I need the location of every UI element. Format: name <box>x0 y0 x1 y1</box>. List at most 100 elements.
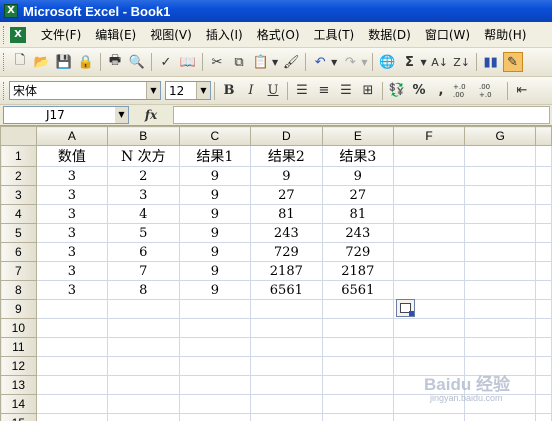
cut-icon[interactable]: ✂ <box>207 52 227 72</box>
cell[interactable] <box>464 299 537 319</box>
cell[interactable]: 3 <box>35 261 109 281</box>
cell[interactable]: 9 <box>178 280 252 300</box>
increase-decimal-button[interactable]: +.0 .00 <box>453 81 477 101</box>
menu-help[interactable]: 帮助(H) <box>477 26 533 43</box>
paste-icon[interactable]: 📋 <box>251 52 271 72</box>
insert-function-icon[interactable]: fx <box>129 108 173 122</box>
cell[interactable] <box>107 337 180 357</box>
cell[interactable] <box>321 318 395 338</box>
print-preview-icon[interactable]: 🔍 <box>127 52 147 72</box>
cell[interactable] <box>464 261 537 281</box>
cell[interactable] <box>464 223 537 243</box>
cell[interactable] <box>178 318 252 338</box>
row-header[interactable]: 8 <box>0 280 37 300</box>
open-icon[interactable]: 📂 <box>32 52 52 72</box>
menu-view[interactable]: 视图(V) <box>143 26 199 43</box>
align-center-icon[interactable]: ≡ <box>314 81 334 101</box>
cell[interactable] <box>464 413 537 421</box>
cell[interactable]: 3 <box>35 166 109 186</box>
cell[interactable] <box>393 280 466 300</box>
percent-button[interactable]: % <box>409 81 429 101</box>
cell[interactable] <box>464 145 537 167</box>
redo-icon[interactable]: ↷ <box>340 52 360 72</box>
cell[interactable]: 6 <box>107 242 180 262</box>
column-header[interactable]: E <box>321 126 395 146</box>
row-header[interactable]: 7 <box>0 261 37 281</box>
cell[interactable]: 2187 <box>321 261 395 281</box>
cell[interactable]: 6561 <box>321 280 395 300</box>
row-header[interactable]: 2 <box>0 166 37 186</box>
cell[interactable]: 2187 <box>250 261 323 281</box>
cell[interactable] <box>178 337 252 357</box>
decrease-indent-icon[interactable]: ⇤ <box>512 81 532 101</box>
row-header[interactable]: 12 <box>0 356 37 376</box>
cell[interactable]: 9 <box>178 242 252 262</box>
row-header[interactable]: 13 <box>0 375 37 395</box>
row-header[interactable]: 10 <box>0 318 37 338</box>
row-header[interactable]: 15 <box>0 413 37 421</box>
cell[interactable]: 8 <box>107 280 180 300</box>
cell[interactable]: 3 <box>35 185 109 205</box>
row-header[interactable]: 11 <box>0 337 37 357</box>
cell[interactable] <box>35 337 109 357</box>
toolbar-grip-handle[interactable] <box>3 53 6 71</box>
print-icon[interactable]: 🖶 <box>105 52 125 72</box>
cell[interactable] <box>250 318 323 338</box>
cell[interactable] <box>35 299 109 319</box>
cell[interactable] <box>321 337 395 357</box>
cell[interactable] <box>35 413 109 421</box>
cell[interactable] <box>107 318 180 338</box>
align-right-icon[interactable]: ☰ <box>336 81 356 101</box>
cell[interactable] <box>35 375 109 395</box>
row-header[interactable]: 5 <box>0 223 37 243</box>
menu-file[interactable]: 文件(F) <box>34 26 88 43</box>
undo-dropdown-icon[interactable]: ▼ <box>331 58 337 67</box>
menu-grip-handle[interactable] <box>3 25 6 44</box>
cell[interactable]: 243 <box>250 223 323 243</box>
cell[interactable] <box>464 337 537 357</box>
cell[interactable] <box>178 299 252 319</box>
font-size-select[interactable]: 12 ▼ <box>165 81 211 100</box>
column-header[interactable]: A <box>35 126 109 146</box>
new-icon[interactable]: 🗋 <box>10 52 30 72</box>
cell[interactable]: 9 <box>178 204 252 224</box>
cell[interactable]: 81 <box>321 204 395 224</box>
cell[interactable] <box>35 318 109 338</box>
menu-edit[interactable]: 编辑(E) <box>88 26 143 43</box>
cell[interactable] <box>393 413 466 421</box>
column-header[interactable]: B <box>107 126 180 146</box>
research-icon[interactable]: 📖 <box>178 52 198 72</box>
comma-button[interactable]: , <box>431 81 451 101</box>
cell[interactable] <box>321 356 395 376</box>
paste-dropdown-icon[interactable]: ▼ <box>272 58 278 67</box>
cell[interactable]: 3 <box>107 185 180 205</box>
cell[interactable] <box>464 185 537 205</box>
cell[interactable]: 3 <box>35 204 109 224</box>
name-box-dropdown-icon[interactable]: ▼ <box>115 107 128 123</box>
row-header[interactable]: 14 <box>0 394 37 414</box>
cell[interactable] <box>178 413 252 421</box>
decrease-decimal-button[interactable]: .00 +.0 <box>479 81 503 101</box>
font-size-dropdown-icon[interactable]: ▼ <box>196 82 210 99</box>
cell[interactable] <box>393 166 466 186</box>
cell[interactable]: N 次方 <box>107 145 180 167</box>
font-name-select[interactable]: 宋体 ▼ <box>9 81 161 100</box>
cell[interactable] <box>321 375 395 395</box>
cell[interactable]: 5 <box>107 223 180 243</box>
copy-icon[interactable]: ⧉ <box>229 52 249 72</box>
merge-center-icon[interactable]: ⊞ <box>358 81 378 101</box>
cell[interactable]: 9 <box>250 166 323 186</box>
paste-options-button[interactable] <box>396 299 415 317</box>
autosum-icon[interactable]: Σ <box>399 52 419 72</box>
cell[interactable] <box>393 185 466 205</box>
sort-ascending-icon[interactable]: A↓ <box>430 52 450 72</box>
column-header[interactable]: D <box>250 126 323 146</box>
column-header[interactable]: C <box>178 126 252 146</box>
cell[interactable] <box>178 394 252 414</box>
cell[interactable] <box>393 318 466 338</box>
row-header[interactable]: 6 <box>0 242 37 262</box>
cell[interactable]: 3 <box>35 223 109 243</box>
cell[interactable] <box>321 413 395 421</box>
cell[interactable] <box>107 394 180 414</box>
drawing-icon[interactable]: ✎ <box>502 52 523 72</box>
